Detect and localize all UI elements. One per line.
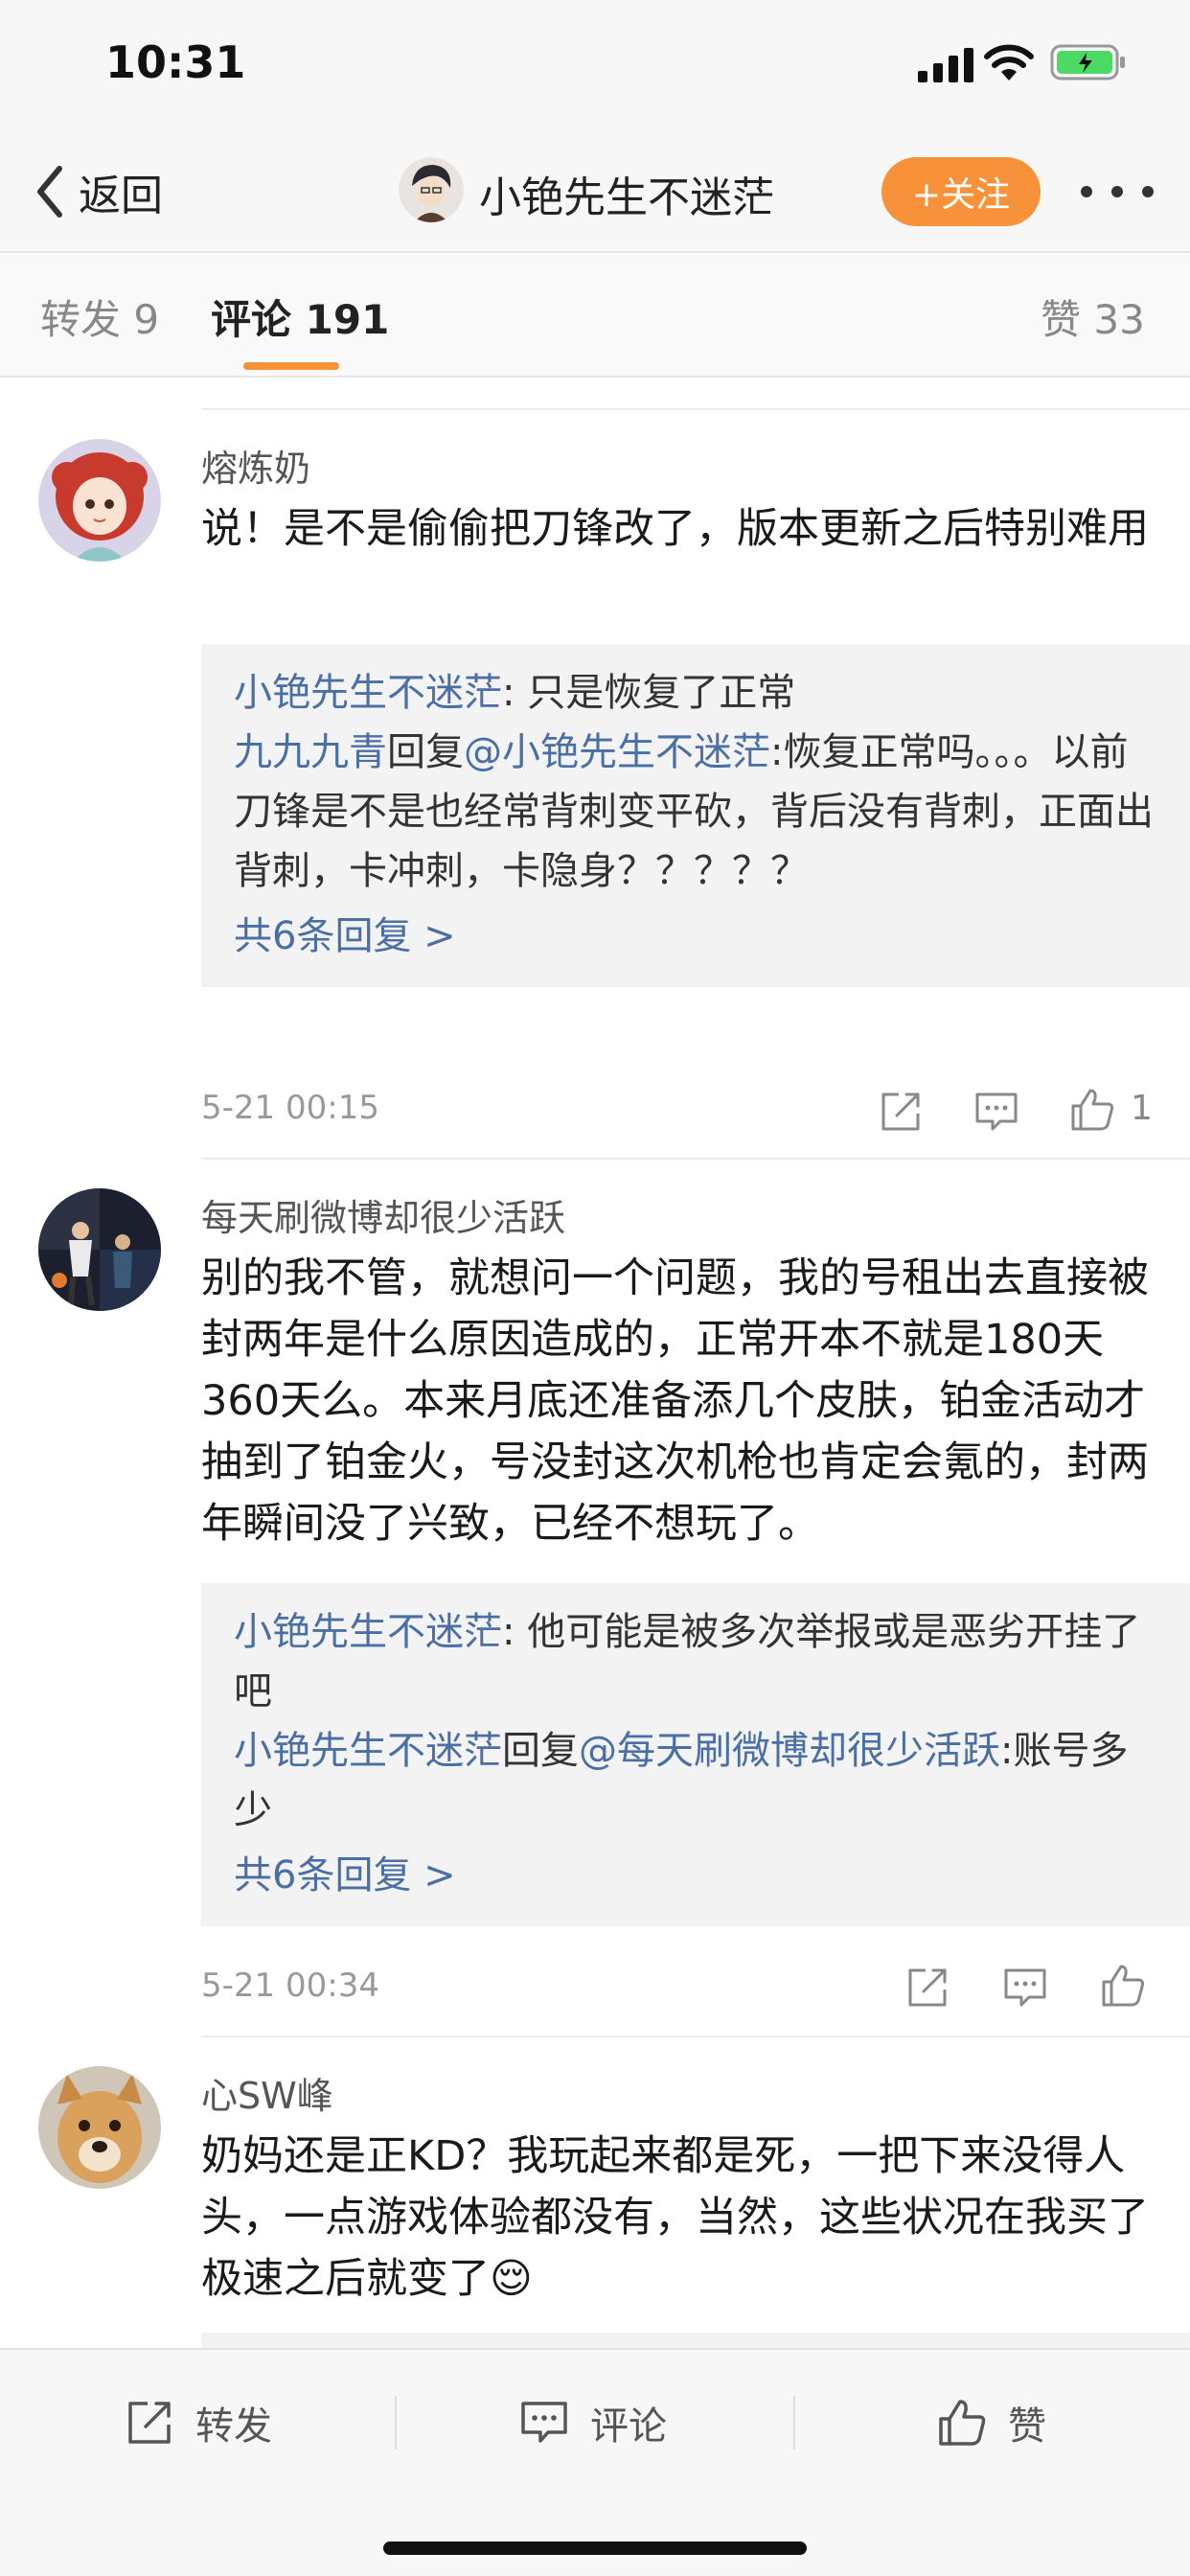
reply-verb: 回复 — [387, 730, 464, 774]
active-tab-indicator — [243, 362, 339, 370]
comment-author[interactable]: 心SW峰 — [201, 2066, 333, 2119]
more-options-button[interactable] — [1081, 172, 1154, 211]
comment-author[interactable]: 熔炼奶 — [201, 439, 310, 492]
reply-text: : 只是恢复了正常 — [502, 671, 796, 715]
comment-button[interactable]: 评论 — [519, 2392, 667, 2453]
like-button[interactable]: 赞 — [937, 2392, 1046, 2453]
comment-icon[interactable] — [973, 1089, 1019, 1135]
tab-likes[interactable]: 赞 33 — [1041, 288, 1145, 346]
reply-item: 小铯先生不迷茫: 只是恢复了正常 — [234, 663, 1163, 723]
view-all-replies-link[interactable]: 共6条回复 > — [234, 1846, 1163, 1905]
like-icon[interactable] — [1069, 1087, 1115, 1133]
reply-mention[interactable]: @小铯先生不迷茫 — [464, 730, 770, 774]
signal-icon — [918, 48, 973, 82]
page-title: 小铯先生不迷茫 — [479, 173, 774, 222]
back-label: 返回 — [79, 172, 163, 220]
view-all-replies-link[interactable]: 共6条回复 > — [234, 907, 1163, 966]
divider — [201, 2036, 1190, 2037]
comment-text: 别的我不管，就想问一个问题，我的号租出去直接被封两年是什么原因造成的，正常开本不… — [201, 1254, 1149, 1548]
more-dot-icon — [1111, 186, 1123, 197]
more-dot-icon — [1081, 186, 1092, 197]
bottom-toolbar: 转发 评论 赞 — [0, 2348, 1190, 2576]
reply-mention[interactable]: @每天刷微博却很少活跃 — [579, 1729, 1000, 1773]
avatar[interactable] — [38, 2066, 161, 2189]
repost-label: 转发 — [195, 2404, 272, 2449]
home-indicator[interactable] — [383, 2542, 807, 2555]
author-avatar[interactable] — [399, 157, 464, 222]
like-icon — [939, 2400, 986, 2446]
comment-timestamp: 5-21 00:15 — [201, 1089, 379, 1127]
reply-author[interactable]: 小铯先生不迷茫 — [234, 1610, 502, 1654]
reply-author[interactable]: 小铯先生不迷茫 — [234, 1729, 502, 1773]
divider — [395, 2396, 397, 2450]
divider — [793, 2396, 795, 2450]
reply-box[interactable]: 小铯先生不迷茫: 他可能是被多次举报或是恶劣开挂了吧 小铯先生不迷茫回复@每天刷… — [201, 1583, 1190, 1926]
reply-box[interactable] — [201, 2333, 1190, 2348]
wifi-icon — [984, 44, 1034, 80]
share-icon[interactable] — [904, 1965, 950, 2011]
share-icon[interactable] — [878, 1089, 924, 1135]
divider — [201, 1158, 1190, 1160]
back-chevron-icon — [37, 166, 62, 218]
reply-item: 九九九青回复@小铯先生不迷茫:恢复正常吗。。。以前刀锋是不是也经常背刺变平砍，背… — [234, 723, 1163, 901]
nav-bar: 返回 小铯先生不迷茫 +关注 — [0, 134, 1190, 253]
status-time: 10:31 — [105, 36, 246, 88]
tab-repost[interactable]: 转发 9 — [40, 288, 159, 346]
divider — [201, 408, 1190, 410]
reply-author[interactable]: 九九九青 — [234, 730, 387, 774]
battery-icon — [1050, 44, 1125, 80]
comment-icon — [521, 2402, 567, 2443]
comment-list[interactable]: 熔炼奶 说！是不是偷偷把刀锋改了，版本更新之后特别难用 小铯先生不迷茫: 只是恢… — [0, 378, 1190, 2348]
reply-item: 小铯先生不迷茫: 他可能是被多次举报或是恶劣开挂了吧 — [234, 1602, 1163, 1721]
share-icon — [128, 2402, 171, 2444]
like-label: 赞 — [1008, 2404, 1046, 2449]
more-dot-icon — [1142, 186, 1154, 197]
comment-author[interactable]: 每天刷微博却很少活跃 — [201, 1188, 565, 1241]
back-button[interactable]: 返回 — [33, 161, 163, 222]
repost-button[interactable]: 转发 — [125, 2392, 272, 2453]
comment-label: 评论 — [590, 2404, 667, 2449]
like-icon[interactable] — [1100, 1963, 1146, 2009]
avatar[interactable] — [38, 439, 161, 562]
comment-text: 奶妈还是正KD？我玩起来都是死，一把下来没得人头，一点游戏体验都没有，当然，这些… — [201, 2132, 1149, 2303]
comment-timestamp: 5-21 00:34 — [201, 1966, 379, 2005]
status-bar: 10:31 — [0, 0, 1190, 134]
reply-box[interactable]: 小铯先生不迷茫: 只是恢复了正常 九九九青回复@小铯先生不迷茫:恢复正常吗。。。… — [201, 644, 1190, 987]
like-count: 1 — [1131, 1089, 1153, 1128]
tab-bar: 转发 9 评论 191 赞 33 — [0, 255, 1190, 378]
reply-item: 小铯先生不迷茫回复@每天刷微博却很少活跃:账号多少 — [234, 1721, 1163, 1840]
reply-verb: 回复 — [502, 1729, 579, 1773]
reply-author[interactable]: 小铯先生不迷茫 — [234, 671, 502, 715]
tab-comments[interactable]: 评论 191 — [211, 288, 389, 346]
follow-button[interactable]: +关注 — [881, 157, 1041, 226]
comment-icon[interactable] — [1002, 1965, 1048, 2011]
comment-text: 说！是不是偷偷把刀锋改了，版本更新之后特别难用 — [201, 505, 1149, 553]
avatar[interactable] — [38, 1188, 161, 1311]
